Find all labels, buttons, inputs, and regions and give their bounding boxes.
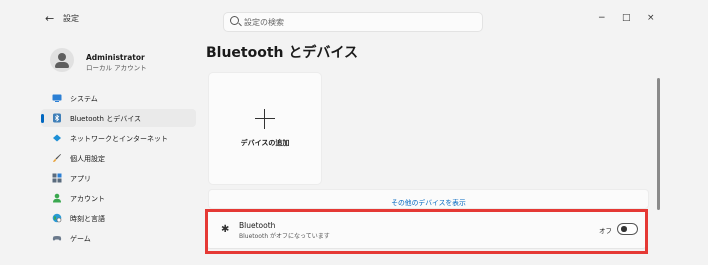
account-icon xyxy=(53,193,61,203)
add-device-label: デバイスの追加 xyxy=(240,139,290,147)
profile-subtitle: ローカル アカウント xyxy=(86,64,147,72)
sidebar-item-label: Bluetooth とデバイス xyxy=(70,115,141,123)
apps-icon xyxy=(52,173,62,183)
sidebar-item-apps[interactable]: アプリ xyxy=(41,169,196,187)
page-title: Bluetooth とデバイス xyxy=(206,45,358,61)
sidebar-item-label: ゲーム xyxy=(70,235,91,243)
globe-clock-icon xyxy=(52,213,62,223)
sidebar-item-label: システム xyxy=(70,95,98,103)
show-more-devices-link[interactable]: その他のデバイスを表示 xyxy=(208,189,649,209)
highlight-box xyxy=(205,209,648,254)
profile-name: Administrator xyxy=(86,53,145,62)
sidebar-item-network[interactable]: ネットワークとインターネット xyxy=(41,129,196,147)
search-input[interactable]: 設定の検索 xyxy=(244,17,284,28)
scrollbar[interactable] xyxy=(657,78,660,210)
title-bar: ← 設定 設定の検索 − □ × xyxy=(0,0,708,38)
active-indicator xyxy=(41,114,44,123)
sidebar-item-label: 個人用設定 xyxy=(70,155,105,163)
network-icon xyxy=(53,134,61,142)
close-button[interactable]: × xyxy=(647,13,655,23)
search-box[interactable]: 設定の検索 xyxy=(223,12,483,32)
sidebar-item-label: アカウント xyxy=(70,195,105,203)
sidebar-item-accounts[interactable]: アカウント xyxy=(41,189,196,207)
maximize-button[interactable]: □ xyxy=(622,13,631,23)
sidebar-item-gaming[interactable]: ゲーム xyxy=(41,229,196,247)
sidebar-item-bluetooth-devices[interactable]: Bluetooth とデバイス xyxy=(41,109,196,127)
add-device-button[interactable]: デバイスの追加 xyxy=(208,72,322,185)
search-icon xyxy=(230,16,239,25)
plus-icon xyxy=(255,109,275,129)
sidebar: Administrator ローカル アカウント システム Bluetooth … xyxy=(41,40,196,265)
brush-icon xyxy=(53,154,61,162)
monitor-icon xyxy=(52,94,62,102)
show-more-devices-label: その他のデバイスを表示 xyxy=(391,199,466,207)
settings-window: ← 設定 設定の検索 − □ × Administrator ローカル アカウン… xyxy=(0,0,708,265)
sidebar-item-personalization[interactable]: 個人用設定 xyxy=(41,149,196,167)
sidebar-item-label: ネットワークとインターネット xyxy=(70,135,168,143)
sidebar-item-label: 時刻と言語 xyxy=(70,215,105,223)
sidebar-item-time-language[interactable]: 時刻と言語 xyxy=(41,209,196,227)
avatar xyxy=(50,48,74,72)
gamepad-icon xyxy=(52,236,62,241)
back-arrow-icon[interactable]: ← xyxy=(45,12,54,25)
bluetooth-devices-icon xyxy=(53,113,61,123)
sidebar-item-system[interactable]: システム xyxy=(41,89,196,107)
minimize-button[interactable]: − xyxy=(598,13,606,23)
sidebar-item-label: アプリ xyxy=(70,175,91,183)
app-title: 設定 xyxy=(63,14,79,23)
